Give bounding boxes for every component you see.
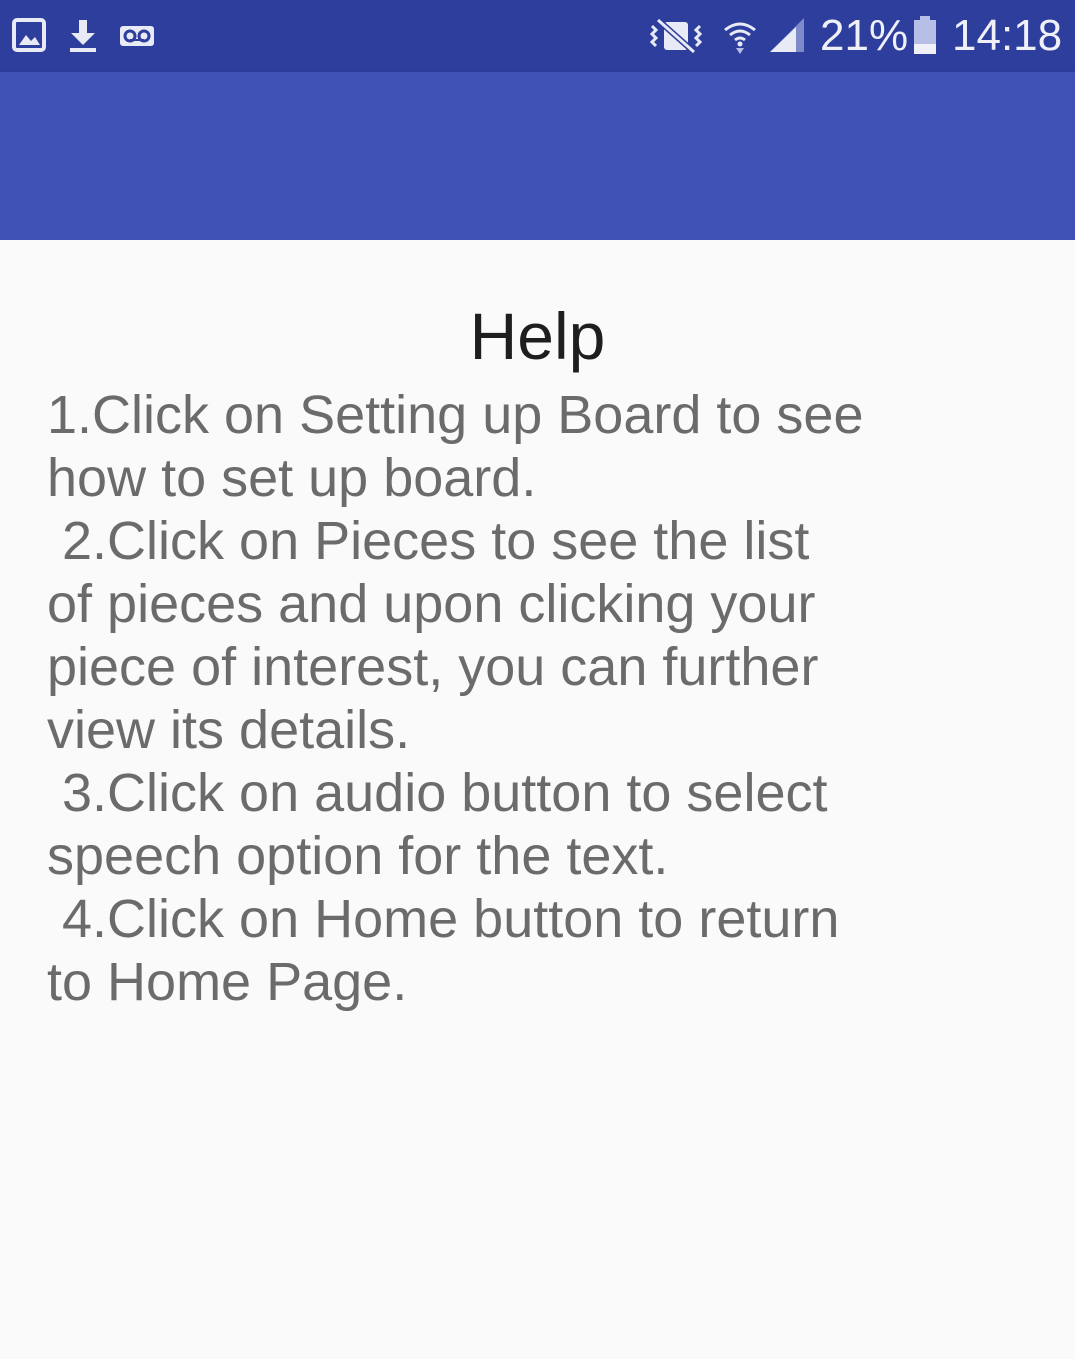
wifi-icon — [724, 22, 756, 54]
battery-icon — [914, 16, 936, 54]
voicemail-icon — [120, 26, 154, 46]
signal-icon — [770, 18, 804, 52]
app-bar — [0, 72, 1075, 240]
help-instructions: 1.Click on Setting up Board to see how t… — [47, 385, 864, 1012]
download-icon — [70, 20, 96, 52]
help-content: Help 1.Click on Setting up Board to see … — [0, 240, 1075, 1359]
page-title: Help — [469, 299, 606, 373]
vibrate-icon — [649, 18, 703, 54]
gallery-icon — [12, 18, 46, 52]
status-bar: 21% 14:18 — [0, 0, 1075, 72]
battery-percent: 21% — [820, 11, 909, 60]
clock: 14:18 — [952, 11, 1063, 60]
